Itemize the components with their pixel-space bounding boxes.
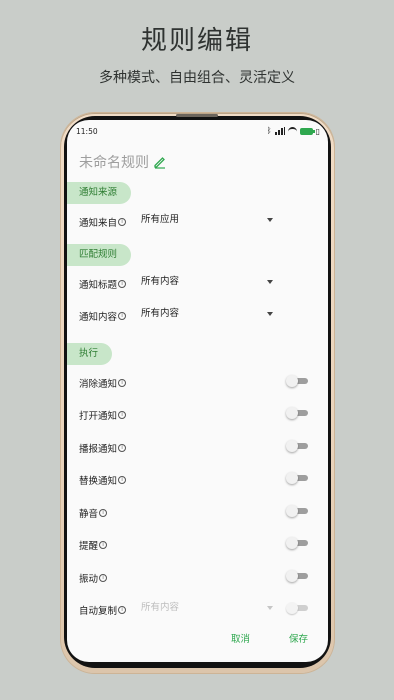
dropdown-arrow-icon: [267, 606, 273, 610]
row-label-text: 通知内容: [79, 312, 118, 323]
action-vibrate-toggle[interactable]: [286, 570, 308, 582]
match-title-label: 通知标题 i: [79, 277, 127, 291]
action-autocopy-label: 自动复制 i: [79, 603, 127, 617]
info-icon[interactable]: i: [99, 509, 108, 517]
row-label-text: 消除通知: [79, 379, 118, 390]
info-icon[interactable]: i: [99, 574, 108, 582]
action-autocopy-toggle[interactable]: [286, 602, 308, 614]
info-icon[interactable]: i: [118, 280, 127, 288]
select-value: 所有应用: [141, 214, 180, 225]
action-open-label: 打开通知 i: [79, 408, 127, 422]
status-bar: 11:50 ᛒ ▯: [67, 120, 328, 142]
row-label-text: 振动: [79, 574, 99, 585]
section-tag-match: 匹配规则: [67, 244, 132, 266]
phone-screen: 11:50 ᛒ ▯ 未命名规则 通知来源 通知来自 i 所有应用 匹配规则 通知标…: [67, 120, 328, 662]
action-replace-label: 替换通知 i: [79, 473, 127, 487]
select-value: 所有内容: [141, 276, 180, 287]
action-announce-label: 播报通知 i: [79, 441, 127, 455]
info-icon[interactable]: i: [118, 411, 127, 419]
row-label-text: 通知来自: [79, 218, 118, 229]
action-dismiss-label: 消除通知 i: [79, 376, 127, 390]
cancel-button[interactable]: 取消: [231, 631, 250, 645]
phone-bottom-bar: [99, 662, 295, 667]
match-content-label: 通知内容 i: [79, 309, 127, 323]
action-open-toggle[interactable]: [286, 407, 308, 419]
rule-name-placeholder: 未命名规则: [79, 155, 149, 171]
section-tag-source: 通知来源: [67, 182, 132, 204]
action-announce-toggle[interactable]: [286, 440, 308, 452]
phone-earpiece: [176, 114, 218, 117]
dropdown-arrow-icon: [267, 312, 273, 316]
wifi-icon: [287, 126, 297, 136]
save-button[interactable]: 保存: [289, 631, 308, 645]
action-remind-label: 提醒 i: [79, 538, 108, 552]
select-value: 所有内容: [141, 308, 180, 319]
row-label-text: 自动复制: [79, 606, 118, 617]
promo-subtitle: 多种模式、自由组合、灵活定义: [99, 70, 295, 86]
autocopy-content-select[interactable]: 所有内容: [141, 600, 275, 616]
status-icons: ᛒ ▯: [267, 126, 320, 136]
signal-icon: [274, 127, 285, 135]
row-label-text: 提醒: [79, 541, 99, 552]
row-label-text: 播报通知: [79, 444, 118, 455]
dropdown-arrow-icon: [267, 280, 273, 284]
section-tag-execute: 执行: [67, 343, 113, 365]
info-icon[interactable]: i: [118, 379, 127, 387]
row-label-text: 替换通知: [79, 476, 118, 487]
rule-name-field[interactable]: 未命名规则: [79, 152, 167, 172]
info-icon[interactable]: i: [118, 312, 127, 320]
action-mute-toggle[interactable]: [286, 505, 308, 517]
info-icon[interactable]: i: [118, 218, 127, 226]
dropdown-arrow-icon: [267, 218, 273, 222]
info-icon[interactable]: i: [118, 444, 127, 452]
match-content-select[interactable]: 所有内容: [141, 306, 275, 322]
edit-pencil-icon[interactable]: [153, 155, 167, 169]
info-icon[interactable]: i: [118, 606, 127, 614]
row-label-text: 静音: [79, 509, 99, 520]
row-label-text: 通知标题: [79, 280, 118, 291]
select-value: 所有内容: [141, 602, 180, 613]
action-mute-label: 静音 i: [79, 506, 108, 520]
info-icon[interactable]: i: [99, 541, 108, 549]
bluetooth-icon: ᛒ: [266, 126, 272, 135]
source-from-label: 通知来自 i: [79, 215, 127, 229]
battery-icon: [299, 127, 315, 135]
action-remind-toggle[interactable]: [286, 537, 308, 549]
match-title-select[interactable]: 所有内容: [141, 274, 275, 290]
info-icon[interactable]: i: [118, 476, 127, 484]
promo-title: 规则编辑: [140, 26, 253, 56]
status-time: 11:50: [76, 127, 98, 136]
action-vibrate-label: 振动 i: [79, 571, 108, 585]
action-dismiss-toggle[interactable]: [286, 375, 308, 387]
action-replace-toggle[interactable]: [286, 472, 308, 484]
source-app-select[interactable]: 所有应用: [141, 212, 275, 228]
row-label-text: 打开通知: [79, 411, 118, 422]
vibrate-icon: ▯: [315, 126, 320, 136]
